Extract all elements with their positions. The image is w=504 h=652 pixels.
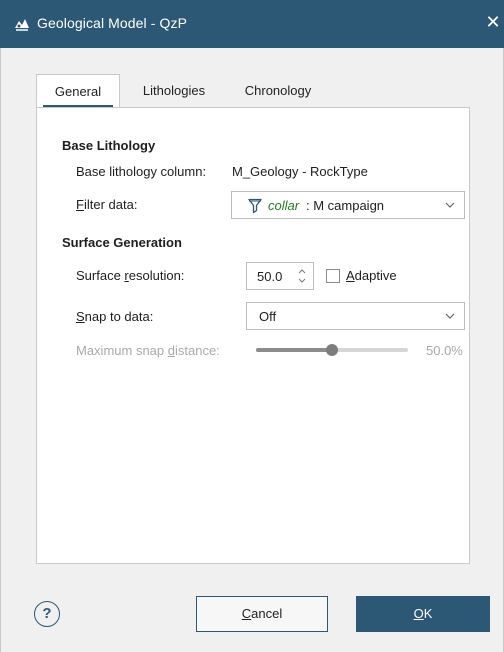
snap-to-data-label-mnemonic: S bbox=[76, 309, 85, 324]
snap-to-data-value: Off bbox=[259, 309, 277, 324]
adaptive-checkbox[interactable] bbox=[326, 269, 340, 283]
ok-button-mnemonic: O bbox=[413, 606, 424, 621]
geological-model-icon bbox=[15, 19, 29, 31]
surface-generation-heading: Surface Generation bbox=[62, 235, 182, 250]
max-snap-distance-label-post: istance: bbox=[174, 343, 220, 358]
tab-general-label: General bbox=[54, 84, 102, 99]
cancel-button[interactable]: Cancel bbox=[196, 596, 328, 632]
tab-lithologies-label: Lithologies bbox=[142, 83, 206, 98]
filter-data-label-mnemonic: F bbox=[76, 197, 84, 212]
max-snap-distance-label-pre: Maximum snap bbox=[76, 343, 168, 358]
close-icon[interactable]: ✕ bbox=[483, 12, 503, 32]
chevron-down-icon bbox=[445, 202, 455, 208]
ok-button[interactable]: OK bbox=[356, 596, 490, 632]
max-snap-distance-slider-fill bbox=[256, 348, 332, 352]
max-snap-distance-slider-thumb[interactable] bbox=[326, 344, 338, 356]
filter-data-label: Filter data: bbox=[76, 197, 137, 212]
surface-resolution-label-post: esolution: bbox=[128, 268, 185, 283]
filter-key: collar bbox=[268, 198, 300, 213]
window-title: Geological Model - QzP bbox=[37, 15, 188, 31]
chevron-down-icon bbox=[445, 313, 455, 319]
base-lithology-column-value: M_Geology - RockType bbox=[232, 164, 368, 179]
tab-general[interactable]: General bbox=[36, 74, 120, 108]
ok-button-label: K bbox=[423, 606, 433, 621]
max-snap-distance-label: Maximum snap distance: bbox=[76, 343, 220, 358]
tab-chronology-label: Chronology bbox=[244, 83, 312, 98]
cancel-button-label: ancel bbox=[251, 606, 283, 621]
snap-to-data-combo[interactable]: Off bbox=[246, 302, 465, 330]
adaptive-label-mnemonic: A bbox=[346, 268, 355, 283]
adaptive-label-post: daptive bbox=[354, 268, 397, 283]
max-snap-distance-label-mnemonic: d bbox=[167, 343, 175, 358]
tab-chronology[interactable]: Chronology bbox=[232, 74, 324, 108]
filter-value: : M campaign bbox=[306, 198, 385, 213]
filter-data-combo[interactable]: collar : M campaign bbox=[231, 191, 465, 219]
surface-resolution-value: 50.0 bbox=[257, 269, 283, 284]
title-bar: Geological Model - QzP ✕ bbox=[0, 0, 504, 48]
adaptive-label[interactable]: Adaptive bbox=[346, 268, 397, 283]
base-lithology-heading: Base Lithology bbox=[62, 138, 156, 153]
snap-to-data-label-post: nap to data: bbox=[84, 309, 154, 324]
help-circle-icon[interactable]: ? bbox=[34, 601, 60, 627]
snap-to-data-label: Snap to data: bbox=[76, 309, 153, 324]
base-lithology-column-label: Base lithology column: bbox=[76, 164, 207, 179]
surface-resolution-spinbox[interactable]: 50.0 bbox=[246, 262, 314, 290]
cancel-button-mnemonic: C bbox=[241, 606, 252, 621]
tab-lithologies[interactable]: Lithologies bbox=[126, 74, 222, 108]
spin-arrows-icon[interactable] bbox=[297, 266, 307, 286]
filter-funnel-icon bbox=[248, 198, 262, 214]
surface-resolution-label: Surface resolution: bbox=[76, 268, 184, 283]
surface-resolution-label-pre: Surface bbox=[76, 268, 125, 283]
max-snap-distance-value: 50.0% bbox=[426, 343, 463, 358]
filter-data-label-post: ilter data: bbox=[83, 197, 138, 212]
